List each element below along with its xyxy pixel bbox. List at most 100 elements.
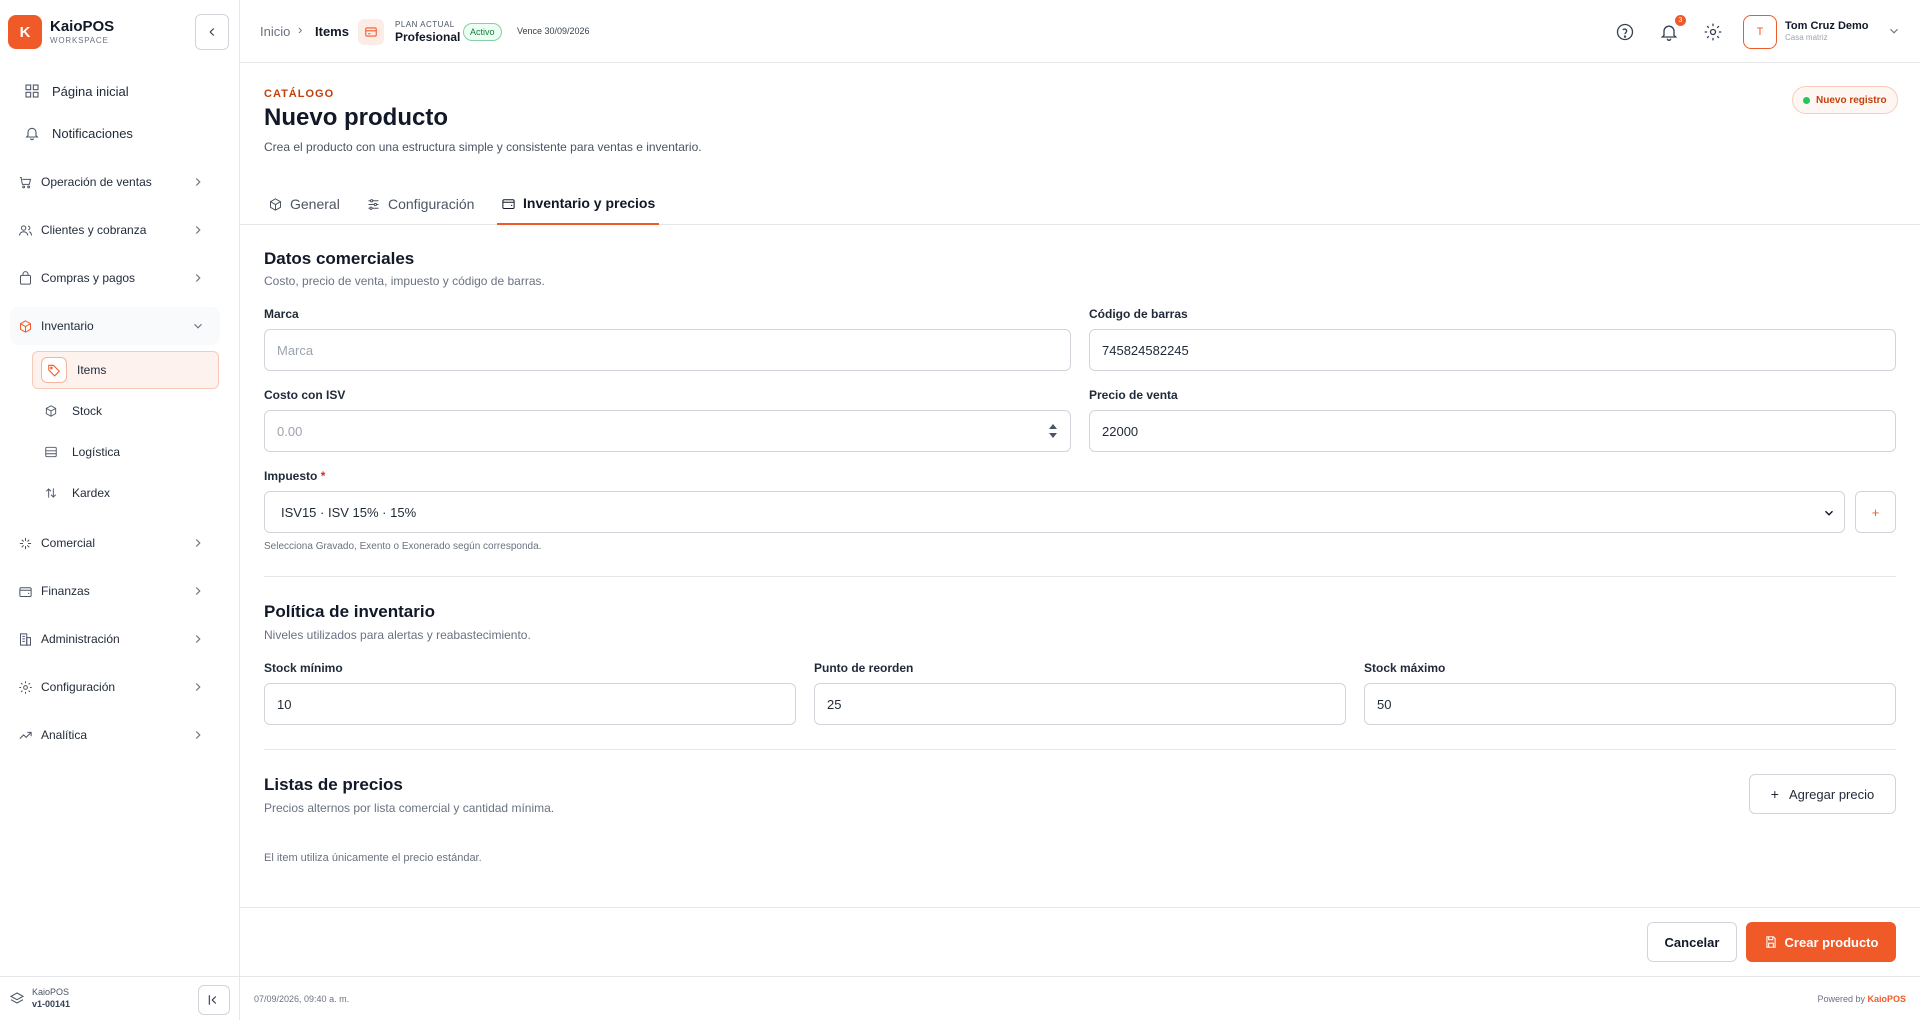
grid-icon bbox=[25, 84, 39, 98]
warehouse-icon bbox=[45, 446, 57, 458]
cost-input[interactable] bbox=[264, 410, 1071, 452]
add-price-button[interactable]: + Agregar precio bbox=[1749, 774, 1896, 814]
breadcrumb-separator: › bbox=[298, 22, 303, 37]
tab-label: Configuración bbox=[388, 196, 475, 212]
help-icon[interactable] bbox=[1615, 22, 1635, 42]
price-field-label: Precio de venta bbox=[1089, 388, 1178, 402]
brand-sub: WORKSPACE bbox=[50, 36, 109, 45]
tab-label: Inventario y precios bbox=[523, 195, 656, 211]
section-title-price-lists: Listas de precios bbox=[264, 775, 403, 794]
notification-count-badge: 3 bbox=[1675, 15, 1686, 26]
user-avatar[interactable]: T bbox=[1743, 15, 1777, 49]
tab-configuration[interactable]: Configuración bbox=[362, 183, 478, 225]
app-version: v1-00141 bbox=[32, 999, 71, 1009]
cancel-button[interactable]: Cancelar bbox=[1647, 922, 1737, 962]
required-marker: * bbox=[320, 469, 326, 483]
brand-field-label: Marca bbox=[264, 307, 299, 321]
min-stock-input[interactable] bbox=[264, 683, 796, 725]
sidebar-subitem-stock[interactable]: Stock bbox=[32, 392, 219, 430]
collapse-sidebar-footer-button[interactable] bbox=[198, 985, 230, 1015]
user-name[interactable]: Tom Cruz Demo bbox=[1785, 20, 1869, 32]
sidebar-subitem-label: Stock bbox=[72, 404, 103, 418]
status-badge: Nuevo registro bbox=[1792, 86, 1898, 114]
powered-brand[interactable]: KaioPOS bbox=[1867, 994, 1906, 1004]
chevron-right-icon bbox=[195, 731, 201, 739]
barcode-field-label: Código de barras bbox=[1089, 307, 1188, 321]
sidebar-item-commercial[interactable]: Comercial bbox=[18, 531, 213, 555]
chevron-right-icon bbox=[195, 178, 201, 186]
add-tax-button[interactable]: + bbox=[1855, 491, 1896, 533]
max-stock-label: Stock máximo bbox=[1364, 661, 1446, 675]
form-action-bar: Cancelar Crear producto bbox=[240, 907, 1920, 976]
bag-icon bbox=[20, 270, 31, 285]
sidebar-subitem-label: Kardex bbox=[72, 486, 111, 500]
sidebar-subitem-items[interactable]: Items bbox=[32, 351, 219, 389]
tab-general[interactable]: General bbox=[264, 183, 344, 225]
chevron-down-icon[interactable] bbox=[1887, 24, 1901, 38]
brand-name: KaioPOS bbox=[50, 18, 115, 35]
max-stock-input[interactable] bbox=[1364, 683, 1896, 725]
sidebar-item-analytics[interactable]: Analítica bbox=[18, 723, 213, 747]
section-divider bbox=[264, 576, 1896, 577]
cart-icon bbox=[19, 176, 32, 188]
sidebar-item-sales[interactable]: Operación de ventas bbox=[18, 170, 213, 194]
cost-field-label: Costo con ISV bbox=[264, 388, 346, 402]
sidebar-item-label: Operación de ventas bbox=[41, 175, 152, 189]
barcode-input[interactable] bbox=[1089, 329, 1896, 371]
collapse-sidebar-button[interactable] bbox=[195, 14, 229, 50]
section-divider bbox=[264, 749, 1896, 750]
sidebar-item-purchases[interactable]: Compras y pagos bbox=[18, 266, 213, 290]
chevron-left-icon bbox=[209, 28, 215, 36]
sidebar-item-label: Configuración bbox=[41, 680, 116, 694]
powered-prefix: Powered by bbox=[1817, 994, 1865, 1004]
sidebar-item-configuration[interactable]: Configuración bbox=[18, 675, 213, 699]
tag-icon-box bbox=[41, 357, 67, 383]
create-product-button[interactable]: Crear producto bbox=[1746, 922, 1896, 962]
brand-input[interactable] bbox=[264, 329, 1071, 371]
brand[interactable]: K KaioPOS WORKSPACE bbox=[8, 15, 114, 49]
sidebar-item-home[interactable]: Página inicial bbox=[24, 79, 129, 103]
add-price-label: Agregar precio bbox=[1788, 786, 1875, 802]
stepper-arrows-icon[interactable] bbox=[1047, 422, 1059, 440]
box-icon bbox=[20, 319, 31, 333]
reorder-point-label: Punto de reorden bbox=[814, 661, 914, 675]
sidebar-item-administration[interactable]: Administración bbox=[18, 627, 213, 651]
price-input[interactable] bbox=[1089, 410, 1896, 452]
save-icon bbox=[1765, 936, 1776, 948]
breadcrumb-current: Items bbox=[315, 24, 349, 39]
sidebar-item-customers[interactable]: Clientes y cobranza bbox=[18, 218, 213, 242]
status-badge-label: Nuevo registro bbox=[1816, 94, 1887, 106]
form-tabs: General Configuración Inventario y preci… bbox=[240, 183, 1920, 225]
sidebar-item-finance[interactable]: Finanzas bbox=[18, 579, 213, 603]
footer-powered-by: Powered by KaioPOS bbox=[1817, 994, 1906, 1004]
price-lists-empty: El item utiliza únicamente el precio est… bbox=[264, 852, 482, 864]
wallet-icon bbox=[502, 198, 515, 209]
chevron-down-icon bbox=[194, 323, 202, 329]
chevron-right-icon bbox=[195, 683, 201, 691]
sidebar-item-inventory[interactable]: Inventario bbox=[18, 314, 213, 338]
min-stock-label: Stock mínimo bbox=[264, 661, 343, 675]
sidebar-item-label: Clientes y cobranza bbox=[41, 223, 147, 237]
plan-label: PLAN ACTUAL bbox=[395, 20, 455, 29]
swap-icon bbox=[46, 488, 56, 498]
sidebar-item-label: Finanzas bbox=[41, 584, 90, 598]
section-desc-commercial: Costo, precio de venta, impuesto y códig… bbox=[264, 274, 545, 288]
footer-timestamp: 07/09/2026, 09:40 a. m. bbox=[254, 994, 350, 1004]
notifications-bell-icon[interactable] bbox=[1659, 22, 1679, 42]
sidebar-item-notifications[interactable]: Notificaciones bbox=[24, 121, 133, 145]
breadcrumb-home[interactable]: Inicio bbox=[260, 24, 290, 39]
tab-inventory-prices[interactable]: Inventario y precios bbox=[497, 183, 660, 225]
user-branch: Casa matriz bbox=[1785, 33, 1828, 42]
settings-gear-icon[interactable] bbox=[1703, 22, 1723, 42]
plan-expiry: Vence 30/09/2026 bbox=[517, 26, 590, 36]
tax-select[interactable]: ISV15 · ISV 15% · 15% bbox=[264, 491, 1845, 533]
sidebar-subitem-logistics[interactable]: Logística bbox=[32, 433, 219, 471]
sidebar-item-label: Notificaciones bbox=[52, 125, 133, 141]
page-title: Nuevo producto bbox=[264, 104, 448, 131]
sidebar-subitem-kardex[interactable]: Kardex bbox=[32, 474, 219, 512]
plus-icon: + bbox=[1770, 786, 1779, 802]
tax-label-text: Impuesto bbox=[264, 469, 318, 483]
section-desc-price-lists: Precios alternos por lista comercial y c… bbox=[264, 801, 555, 815]
chevron-right-icon bbox=[195, 635, 201, 643]
reorder-point-input[interactable] bbox=[814, 683, 1346, 725]
